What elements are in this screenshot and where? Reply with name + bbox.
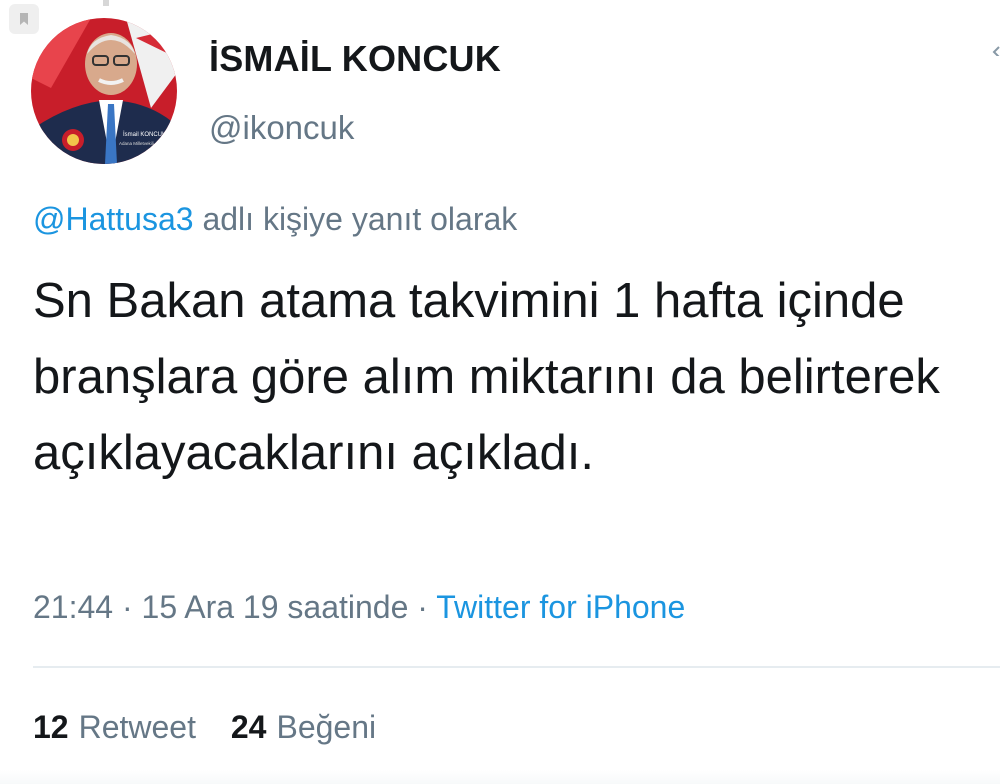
tweet-timestamp[interactable]: 21:44 · 15 Ara 19 saatinde: [33, 589, 408, 625]
avatar[interactable]: İsmail KONCUK Adana Milletvekili: [31, 18, 177, 164]
retweet-label: Retweet: [78, 709, 196, 745]
tweet-source-link[interactable]: Twitter for iPhone: [436, 589, 685, 625]
tweet-meta: 21:44 · 15 Ara 19 saatinde · Twitter for…: [33, 589, 685, 626]
like-stat[interactable]: 24 Beğeni: [231, 709, 376, 746]
reply-context-label: adlı kişiye yanıt olarak: [193, 201, 518, 237]
meta-separator: ·: [408, 589, 437, 625]
bottom-edge: [0, 770, 1000, 784]
avatar-caption-role: Adana Milletvekili: [119, 141, 154, 146]
reply-context: @Hattusa3 adlı kişiye yanıt olarak: [33, 201, 517, 238]
user-handle[interactable]: @ikoncuk: [209, 109, 354, 147]
tweet-stats: 12 Retweet 24 Beğeni: [33, 709, 402, 746]
avatar-caption-name: İsmail KONCUK: [123, 131, 166, 138]
top-edge-mark: [103, 0, 109, 6]
bookmark-icon[interactable]: [9, 4, 39, 34]
divider: [33, 666, 1000, 668]
retweet-stat[interactable]: 12 Retweet: [33, 709, 196, 746]
like-count: 24: [230, 709, 267, 745]
retweet-count: 12: [33, 709, 69, 745]
tweet-text: Sn Bakan atama takvimini 1 hafta içinde …: [33, 274, 940, 480]
like-label: Beğeni: [276, 709, 377, 745]
reply-mention-link[interactable]: @Hattusa3: [33, 201, 194, 237]
more-icon[interactable]: [988, 44, 1000, 56]
tweet-detail-page: İsmail KONCUK Adana Milletvekili İSMAİL …: [0, 0, 1000, 784]
display-name[interactable]: İSMAİL KONCUK: [209, 38, 501, 80]
